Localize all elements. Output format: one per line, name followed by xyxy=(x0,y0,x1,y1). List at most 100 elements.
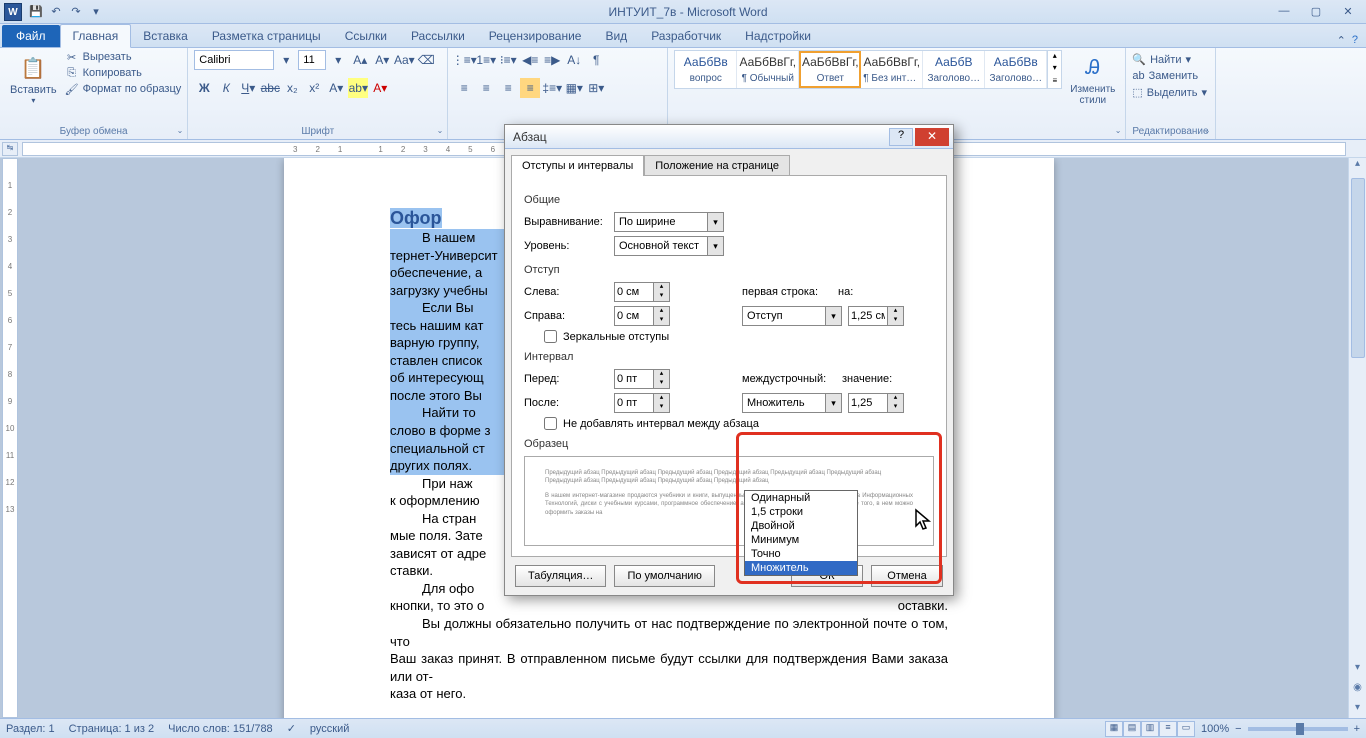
font-name-dropdown-icon[interactable]: ▾ xyxy=(276,50,296,70)
tabs-button[interactable]: Табуляция… xyxy=(515,565,606,587)
dropdown-option[interactable]: Одинарный xyxy=(745,491,857,505)
vertical-scrollbar[interactable]: ▴ ▾ ◉ ▾ xyxy=(1348,158,1366,718)
scroll-up-icon[interactable]: ▴ xyxy=(1349,158,1366,174)
style-item[interactable]: АаБбВвГг,¶ Обычный xyxy=(737,51,799,88)
replace-button[interactable]: abЗаменить xyxy=(1132,69,1198,83)
increase-indent-icon[interactable]: ≡▶ xyxy=(542,50,562,70)
decrease-indent-icon[interactable]: ◀≡ xyxy=(520,50,540,70)
dropdown-option[interactable]: Точно xyxy=(745,547,857,561)
redo-icon[interactable]: ↷ xyxy=(68,4,84,20)
tab-insert[interactable]: Вставка xyxy=(131,25,200,47)
minimize-ribbon-icon[interactable]: ⌃ xyxy=(1337,34,1346,47)
no-space-checkbox[interactable] xyxy=(544,417,557,430)
dropdown-option[interactable]: Двойной xyxy=(745,519,857,533)
before-spinner[interactable]: ▴▾ xyxy=(614,369,670,389)
spin-up-icon[interactable]: ▴ xyxy=(654,307,669,316)
firstline-combo[interactable]: Отступ▾ xyxy=(742,306,842,326)
zoom-slider[interactable] xyxy=(1248,727,1348,731)
status-words[interactable]: Число слов: 151/788 xyxy=(168,723,273,735)
scroll-down-icon[interactable]: ▾ xyxy=(1349,662,1366,678)
tab-file[interactable]: Файл xyxy=(2,25,60,47)
status-section[interactable]: Раздел: 1 xyxy=(6,723,55,735)
after-spinner[interactable]: ▴▾ xyxy=(614,393,670,413)
style-item[interactable]: АаБбВвГг,¶ Без инте… xyxy=(861,51,923,88)
font-size-dropdown-icon[interactable]: ▾ xyxy=(328,50,348,70)
dialog-tab-indents[interactable]: Отступы и интервалы xyxy=(511,155,644,176)
view-outline-icon[interactable]: ≡ xyxy=(1159,721,1177,737)
highlight-icon[interactable]: ab▾ xyxy=(348,78,368,98)
spin-up-icon[interactable]: ▴ xyxy=(888,394,903,403)
zoom-out-icon[interactable]: − xyxy=(1235,723,1241,735)
align-left-icon[interactable]: ≡ xyxy=(454,78,474,98)
styles-more-icon[interactable]: ≡ xyxy=(1048,76,1061,88)
sort-icon[interactable]: A↓ xyxy=(564,50,584,70)
paste-button[interactable]: 📋 Вставить ▾ xyxy=(6,50,61,107)
show-marks-icon[interactable]: ¶ xyxy=(586,50,606,70)
qat-dropdown-icon[interactable]: ▾ xyxy=(88,4,104,20)
copy-button[interactable]: ⎘Копировать xyxy=(65,66,182,80)
right-indent-spinner[interactable]: ▴▾ xyxy=(614,306,670,326)
status-zoom[interactable]: 100% xyxy=(1201,723,1229,735)
styles-scroll-up-icon[interactable]: ▴ xyxy=(1048,51,1061,63)
tab-developer[interactable]: Разработчик xyxy=(639,25,733,47)
grow-font-icon[interactable]: A▴ xyxy=(350,50,370,70)
clear-format-icon[interactable]: ⌫ xyxy=(416,50,436,70)
left-indent-spinner[interactable]: ▴▾ xyxy=(614,282,670,302)
numbering-icon[interactable]: 1≡▾ xyxy=(476,50,496,70)
strike-icon[interactable]: abc xyxy=(260,78,280,98)
minimize-icon[interactable]: — xyxy=(1272,5,1296,18)
align-center-icon[interactable]: ≡ xyxy=(476,78,496,98)
tab-home[interactable]: Главная xyxy=(60,24,132,48)
tab-page-layout[interactable]: Разметка страницы xyxy=(200,25,333,47)
line-spacing-icon[interactable]: ‡≡▾ xyxy=(542,78,562,98)
alignment-combo[interactable]: По ширине▾ xyxy=(614,212,724,232)
spin-up-icon[interactable]: ▴ xyxy=(654,370,669,379)
view-print-icon[interactable]: ▦ xyxy=(1105,721,1123,737)
format-painter-button[interactable]: 🖌Формат по образцу xyxy=(65,82,182,96)
tab-view[interactable]: Вид xyxy=(593,25,639,47)
underline-icon[interactable]: Ч▾ xyxy=(238,78,258,98)
style-item[interactable]: АаБбВввопрос xyxy=(675,51,737,88)
find-button[interactable]: 🔍Найти ▾ xyxy=(1132,52,1191,67)
zoom-in-icon[interactable]: + xyxy=(1354,723,1360,735)
dropdown-icon[interactable]: ▾ xyxy=(825,307,841,325)
bullets-icon[interactable]: ⋮≡▾ xyxy=(454,50,474,70)
justify-icon[interactable]: ≡ xyxy=(520,78,540,98)
ruler-corner[interactable]: ↹ xyxy=(2,142,18,156)
dropdown-icon[interactable]: ▾ xyxy=(707,237,723,255)
spin-up-icon[interactable]: ▴ xyxy=(654,394,669,403)
view-read-icon[interactable]: ▤ xyxy=(1123,721,1141,737)
subscript-icon[interactable]: x₂ xyxy=(282,78,302,98)
font-name-input[interactable] xyxy=(194,50,274,70)
dropdown-option-selected[interactable]: Множитель xyxy=(745,561,857,575)
by-spinner[interactable]: ▴▾ xyxy=(848,306,904,326)
mirror-checkbox[interactable] xyxy=(544,330,557,343)
style-item[interactable]: АаБбВвЗаголово… xyxy=(985,51,1047,88)
styles-gallery[interactable]: АаБбВввопрос АаБбВвГг,¶ Обычный АаБбВвГг… xyxy=(674,50,1062,89)
dialog-titlebar[interactable]: Абзац ? ✕ xyxy=(505,125,953,149)
default-button[interactable]: По умолчанию xyxy=(614,565,714,587)
tab-references[interactable]: Ссылки xyxy=(333,25,399,47)
maximize-icon[interactable]: ▢ xyxy=(1304,5,1328,18)
level-combo[interactable]: Основной текст▾ xyxy=(614,236,724,256)
align-right-icon[interactable]: ≡ xyxy=(498,78,518,98)
dropdown-option[interactable]: 1,5 строки xyxy=(745,505,857,519)
status-language[interactable]: русский xyxy=(310,723,349,735)
shrink-font-icon[interactable]: A▾ xyxy=(372,50,392,70)
spin-down-icon[interactable]: ▾ xyxy=(654,379,669,388)
spin-down-icon[interactable]: ▾ xyxy=(654,316,669,325)
change-styles-button[interactable]: Ꭿ Изменить стили xyxy=(1066,50,1119,108)
cancel-button[interactable]: Отмена xyxy=(871,565,943,587)
save-icon[interactable]: 💾 xyxy=(28,4,44,20)
dialog-help-icon[interactable]: ? xyxy=(889,128,913,146)
dropdown-icon[interactable]: ▾ xyxy=(707,213,723,231)
spin-up-icon[interactable]: ▴ xyxy=(888,307,903,316)
select-button[interactable]: ⬚Выделить ▾ xyxy=(1132,85,1207,100)
tab-review[interactable]: Рецензирование xyxy=(477,25,594,47)
next-page-icon[interactable]: ▾ xyxy=(1349,702,1366,718)
view-web-icon[interactable]: ▥ xyxy=(1141,721,1159,737)
close-window-icon[interactable]: ✕ xyxy=(1336,5,1360,18)
dialog-tab-position[interactable]: Положение на странице xyxy=(644,155,790,176)
spin-down-icon[interactable]: ▾ xyxy=(888,316,903,325)
dropdown-icon[interactable]: ▾ xyxy=(825,394,841,412)
